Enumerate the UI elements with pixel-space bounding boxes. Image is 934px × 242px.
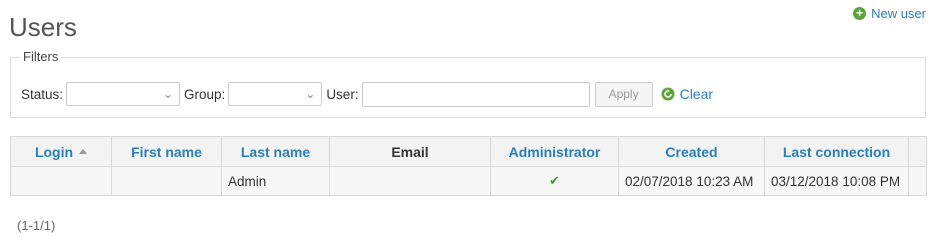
cell-filler xyxy=(908,166,927,196)
column-header-filler xyxy=(908,136,927,167)
column-header-last-connection[interactable]: Last connection xyxy=(764,136,909,167)
add-icon: + xyxy=(853,7,867,20)
page-title: Users xyxy=(9,12,77,42)
refresh-icon xyxy=(661,87,675,101)
cell-administrator: ✔ xyxy=(490,166,619,196)
user-input[interactable] xyxy=(361,81,590,107)
filters-fieldset: Filters Status: ⌄ Group: ⌄ User: Apply C… xyxy=(10,49,926,118)
filters-row: Status: ⌄ Group: ⌄ User: Apply Clear xyxy=(21,81,713,107)
apply-button[interactable]: Apply xyxy=(594,81,653,107)
column-header-first-name[interactable]: First name xyxy=(111,136,222,167)
cell-last-name: Admin xyxy=(221,166,330,196)
chevron-down-icon: ⌄ xyxy=(305,87,316,101)
column-header-login[interactable]: Login xyxy=(10,136,112,167)
status-label: Status: xyxy=(21,86,64,102)
cell-login xyxy=(10,166,112,196)
clear-link[interactable]: Clear xyxy=(661,86,713,102)
chevron-down-icon: ⌄ xyxy=(162,87,174,101)
column-header-last-name[interactable]: Last name xyxy=(221,136,330,167)
new-user-link[interactable]: + New user xyxy=(853,6,926,21)
clear-label: Clear xyxy=(679,86,714,102)
column-header-email: Email xyxy=(329,136,491,167)
cell-last-connection: 03/12/2018 10:08 PM xyxy=(764,166,909,196)
cell-email xyxy=(329,166,491,196)
filters-legend: Filters xyxy=(20,49,62,64)
user-label: User: xyxy=(326,86,359,102)
group-select[interactable]: ⌄ xyxy=(228,82,323,106)
table-row[interactable]: Admin ✔ 02/07/2018 10:23 AM 03/12/2018 1… xyxy=(10,166,927,196)
group-label: Group: xyxy=(184,86,226,102)
cell-first-name xyxy=(111,166,222,196)
check-icon: ✔ xyxy=(549,173,560,188)
new-user-label: New user xyxy=(871,6,926,21)
users-table: Login First name Last name Email Adminis… xyxy=(10,136,927,196)
column-header-label: Login xyxy=(34,143,74,160)
pagination-summary: (1-1/1) xyxy=(17,218,56,233)
cell-created: 02/07/2018 10:23 AM xyxy=(618,166,765,196)
column-header-administrator[interactable]: Administrator xyxy=(490,136,619,167)
status-select[interactable]: ⌄ xyxy=(66,82,181,106)
table-header-row: Login First name Last name Email Adminis… xyxy=(10,136,927,167)
column-header-created[interactable]: Created xyxy=(618,136,765,167)
sort-ascending-icon xyxy=(79,149,88,155)
